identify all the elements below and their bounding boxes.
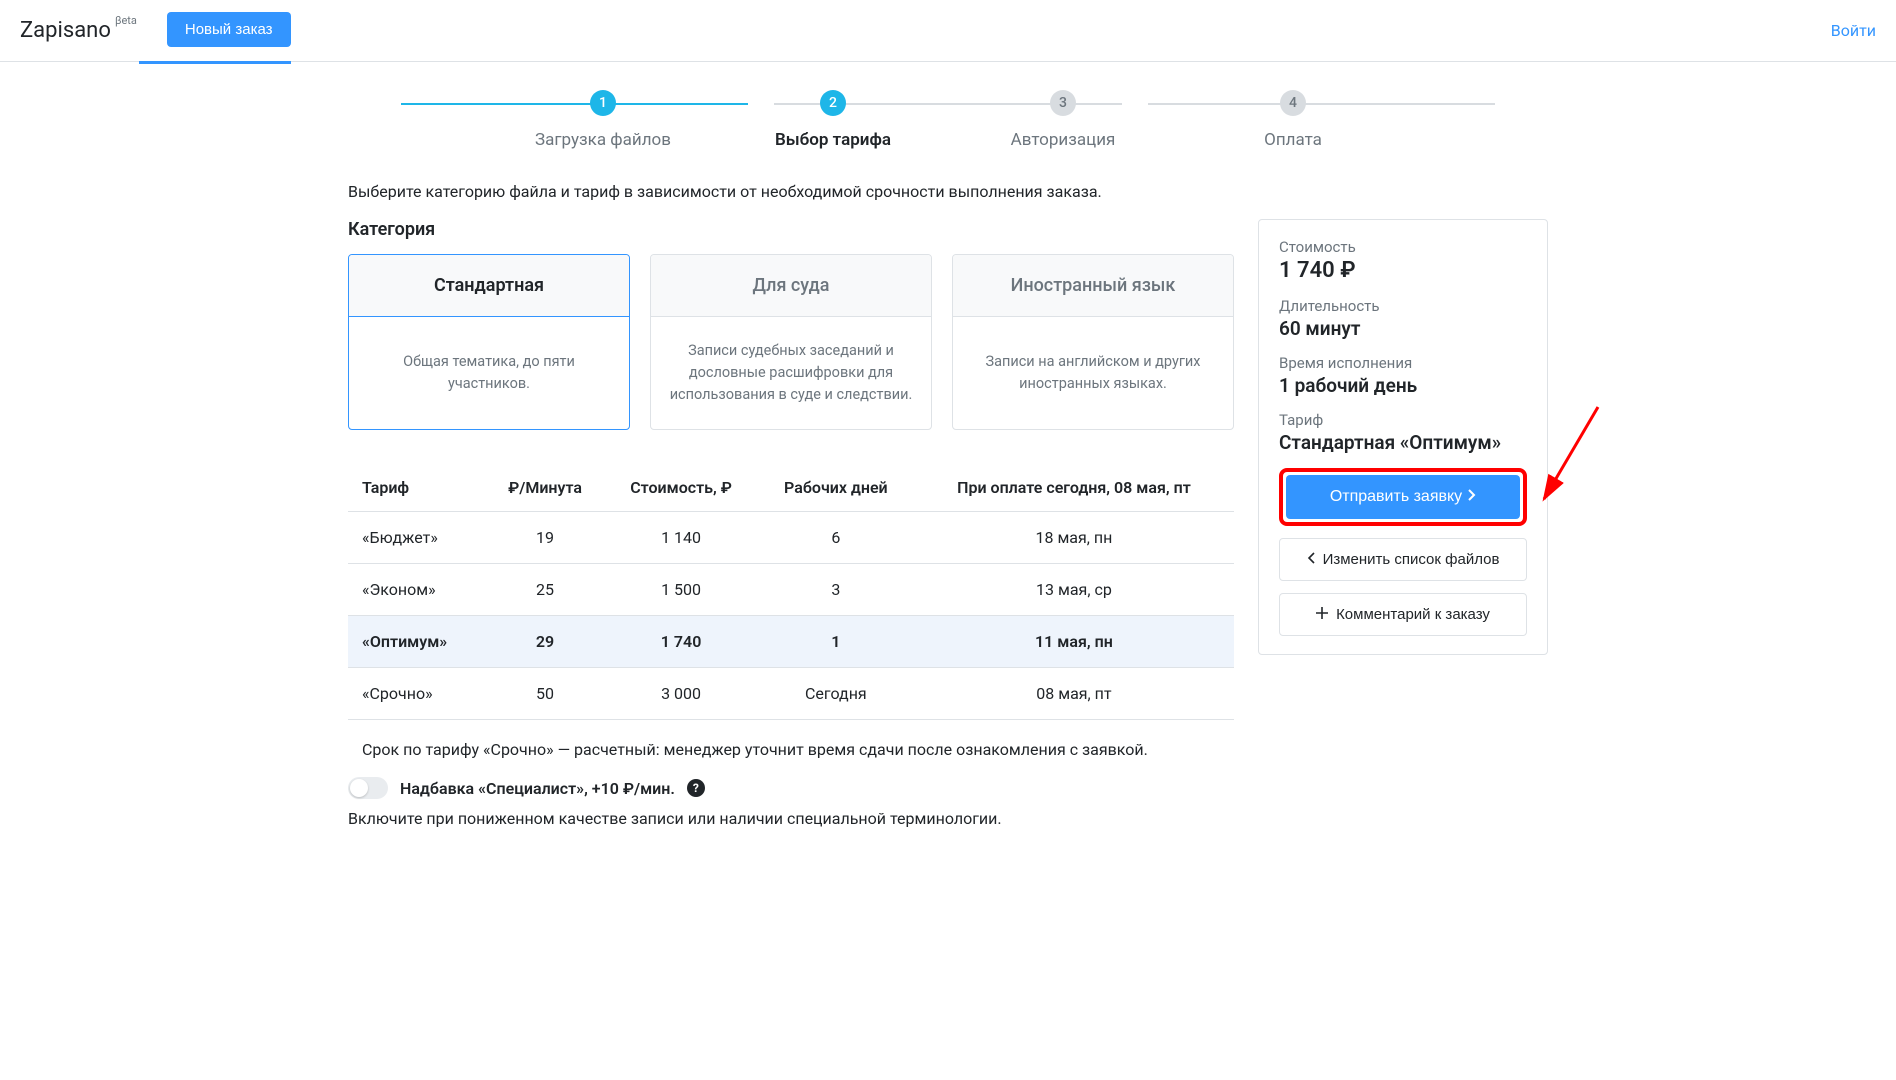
- category-foreign-desc: Записи на английском и других иностранны…: [953, 317, 1233, 429]
- tariff-row[interactable]: «Оптимум»291 740111 мая, пн: [348, 616, 1234, 668]
- header: Zapisano βeta Новый заказ Войти: [0, 0, 1896, 62]
- order-summary: Стоимость 1 740 ₽ Длительность 60 минут …: [1258, 219, 1548, 655]
- tariff-table: Тариф ₽/Минута Стоимость, ₽ Рабочих дней…: [348, 464, 1234, 720]
- change-files-button[interactable]: Изменить список файлов: [1279, 538, 1527, 581]
- tariff-cell-ready: 08 мая, пт: [914, 668, 1234, 720]
- help-icon[interactable]: ?: [687, 779, 705, 797]
- tariff-cell-cost: 1 140: [604, 512, 758, 564]
- cost-label: Стоимость: [1279, 238, 1527, 256]
- plus-icon: [1316, 606, 1328, 623]
- tariff-cell-name: «Эконом»: [348, 564, 486, 616]
- tariff-cell-ready: 18 мая, пн: [914, 512, 1234, 564]
- category-court-desc: Записи судебных заседаний и дословные ра…: [651, 317, 931, 429]
- tariff-cell-cost: 1 740: [604, 616, 758, 668]
- category-title: Категория: [348, 219, 1234, 240]
- tariff-label: Тариф: [1279, 411, 1527, 429]
- step-2-circle: 2: [820, 90, 846, 116]
- tariff-cell-days: 1: [758, 616, 914, 668]
- chevron-left-icon: [1307, 551, 1315, 568]
- change-files-label: Изменить список файлов: [1323, 551, 1500, 568]
- th-name: Тариф: [348, 464, 486, 512]
- th-cost: Стоимость, ₽: [604, 464, 758, 512]
- eta-value: 1 рабочий день: [1279, 374, 1527, 397]
- instruction-text: Выберите категорию файла и тариф в завис…: [348, 182, 1548, 201]
- tariff-cell-per_min: 25: [486, 564, 604, 616]
- tariff-cell-ready: 13 мая, ср: [914, 564, 1234, 616]
- tariff-value: Стандартная «Оптимум»: [1279, 431, 1527, 454]
- duration-label: Длительность: [1279, 297, 1527, 315]
- tariff-cell-cost: 1 500: [604, 564, 758, 616]
- tariff-cell-per_min: 50: [486, 668, 604, 720]
- step-2-label: Выбор тарифа: [718, 130, 948, 150]
- tariff-cell-days: 3: [758, 564, 914, 616]
- submit-label: Отправить заявку: [1330, 488, 1462, 506]
- logo-text: Zapisano: [20, 18, 111, 43]
- highlight-annotation: Отправить заявку: [1279, 468, 1527, 526]
- category-standard[interactable]: Стандартная Общая тематика, до пяти учас…: [348, 254, 630, 430]
- specialist-desc: Включите при пониженном качестве записи …: [348, 809, 1234, 828]
- step-3-circle: 3: [1050, 90, 1076, 116]
- specialist-toggle[interactable]: [348, 777, 388, 799]
- specialist-label: Надбавка «Специалист», +10 ₽/мин.: [400, 779, 675, 798]
- step-2: 2 Выбор тарифа: [718, 90, 948, 150]
- step-1[interactable]: 1 Загрузка файлов: [488, 90, 718, 150]
- tariff-cell-cost: 3 000: [604, 668, 758, 720]
- add-comment-button[interactable]: Комментарий к заказу: [1279, 593, 1527, 636]
- tariff-cell-name: «Бюджет»: [348, 512, 486, 564]
- beta-badge: βeta: [115, 14, 137, 27]
- category-cards: Стандартная Общая тематика, до пяти учас…: [348, 254, 1234, 430]
- new-order-button[interactable]: Новый заказ: [167, 12, 291, 47]
- new-order-tab[interactable]: Новый заказ: [139, 12, 291, 64]
- cost-value: 1 740 ₽: [1279, 258, 1527, 283]
- tariff-cell-ready: 11 мая, пн: [914, 616, 1234, 668]
- step-4: 4 Оплата: [1178, 90, 1408, 150]
- stepper: 1 Загрузка файлов 2 Выбор тарифа 3 Автор…: [348, 62, 1548, 166]
- category-standard-desc: Общая тематика, до пяти участников.: [349, 317, 629, 429]
- login-link[interactable]: Войти: [1831, 21, 1876, 40]
- tariff-row[interactable]: «Эконом»251 500313 мая, ср: [348, 564, 1234, 616]
- tariff-cell-per_min: 29: [486, 616, 604, 668]
- category-court-title: Для суда: [651, 255, 931, 317]
- category-foreign[interactable]: Иностранный язык Записи на английском и …: [952, 254, 1234, 430]
- specialist-row: Надбавка «Специалист», +10 ₽/мин. ?: [348, 777, 1234, 799]
- step-1-label: Загрузка файлов: [488, 130, 718, 150]
- th-ready: При оплате сегодня, 08 мая, пт: [914, 464, 1234, 512]
- step-4-label: Оплата: [1178, 130, 1408, 150]
- step-3-label: Авторизация: [948, 130, 1178, 150]
- th-permin: ₽/Минута: [486, 464, 604, 512]
- tariff-row[interactable]: «Бюджет»191 140618 мая, пн: [348, 512, 1234, 564]
- category-foreign-title: Иностранный язык: [953, 255, 1233, 317]
- step-1-circle: 1: [590, 90, 616, 116]
- category-standard-title: Стандартная: [349, 255, 629, 317]
- tariff-cell-days: 6: [758, 512, 914, 564]
- tariff-cell-days: Сегодня: [758, 668, 914, 720]
- submit-button[interactable]: Отправить заявку: [1286, 475, 1520, 519]
- tariff-cell-name: «Оптимум»: [348, 616, 486, 668]
- eta-label: Время исполнения: [1279, 354, 1527, 372]
- tariff-row[interactable]: «Срочно»503 000Сегодня08 мая, пт: [348, 668, 1234, 720]
- urgent-note: Срок по тарифу «Срочно» — расчетный: мен…: [348, 740, 1234, 759]
- logo[interactable]: Zapisano βeta: [20, 18, 111, 43]
- step-4-circle: 4: [1280, 90, 1306, 116]
- duration-value: 60 минут: [1279, 317, 1527, 340]
- tariff-cell-per_min: 19: [486, 512, 604, 564]
- th-days: Рабочих дней: [758, 464, 914, 512]
- step-3: 3 Авторизация: [948, 90, 1178, 150]
- category-court[interactable]: Для суда Записи судебных заседаний и дос…: [650, 254, 932, 430]
- chevron-right-icon: [1468, 488, 1476, 506]
- add-comment-label: Комментарий к заказу: [1336, 606, 1490, 623]
- tariff-cell-name: «Срочно»: [348, 668, 486, 720]
